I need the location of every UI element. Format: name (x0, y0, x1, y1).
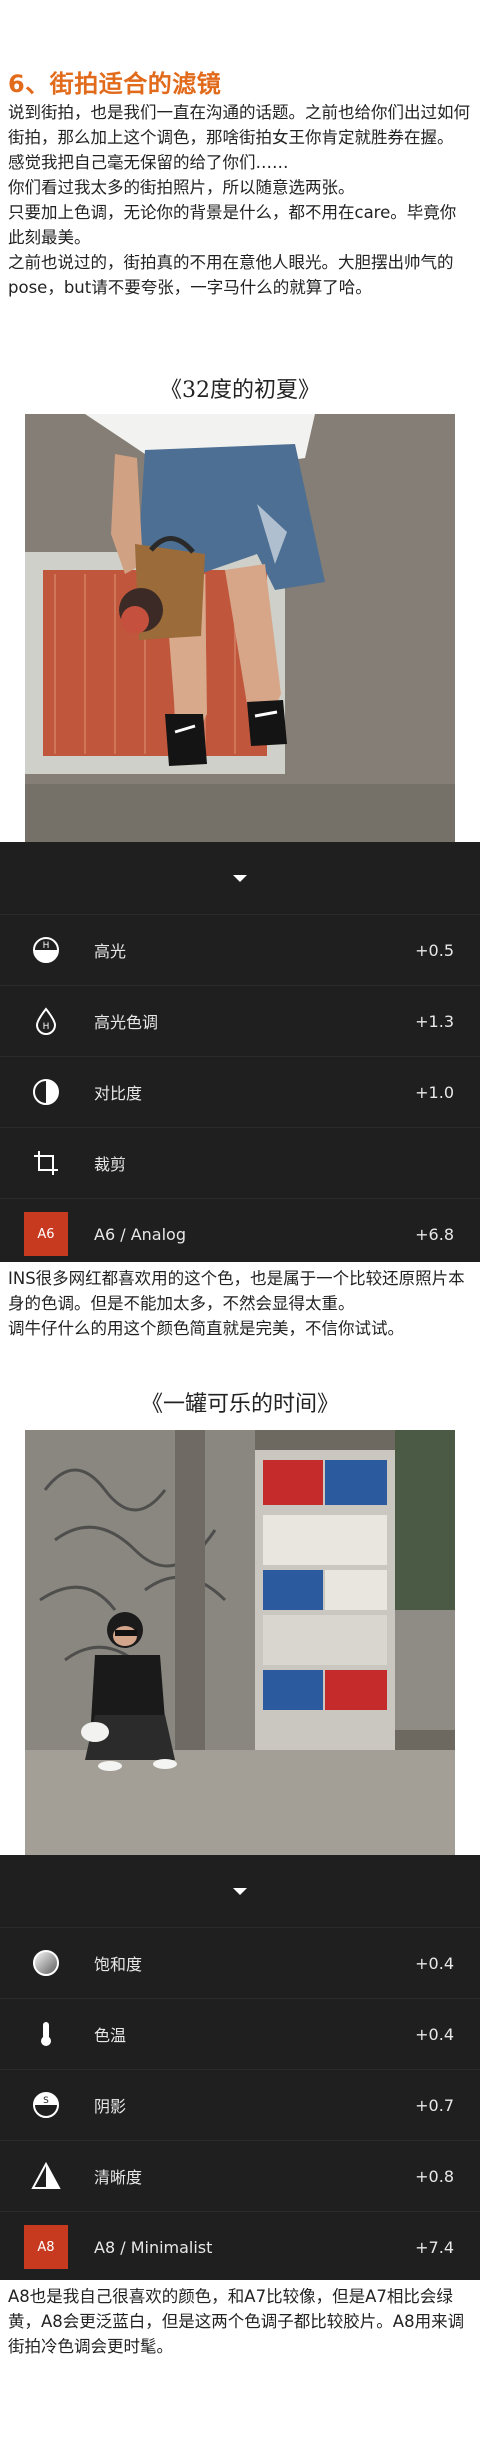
intro-paragraph: 之前也说过的，街拍真的不用在意他人眼光。大胆摆出帅气的pose，but请不要夸张… (8, 253, 454, 297)
svg-text:H: H (43, 941, 50, 951)
street-photo-2-image (25, 1430, 455, 1855)
panel-collapse-button[interactable] (0, 842, 480, 914)
shadow-icon: S (30, 2089, 62, 2121)
clarity-icon (30, 2160, 62, 2192)
highlight-icon: H (30, 934, 62, 966)
adjustment-row-temperature[interactable]: 色温 +0.4 (0, 1998, 480, 2069)
adjustment-label: 高光色调 (94, 1013, 159, 1032)
panel-collapse-button[interactable] (0, 1855, 480, 1927)
preset-value: +6.8 (415, 1224, 454, 1244)
preset-name: A6 / Analog (94, 1224, 186, 1244)
street-photo-2 (25, 1430, 455, 1855)
svg-text:H: H (43, 1022, 50, 1032)
highlight-tint-icon: H (30, 1005, 62, 1037)
section-title: 6、街拍适合的滤镜 (8, 70, 222, 98)
adjustment-row-highlights[interactable]: H 高光 +0.5 (0, 914, 480, 985)
intro-paragraph: 只要加上色调，无论你的背景是什么，都不用在care。毕竟你此刻最美。 (8, 203, 457, 247)
preset-value: +7.4 (415, 2237, 454, 2257)
intro-paragraph: 说到街拍，也是我们一直在沟通的话题。之前也给你们出过如何街拍，那么加上这个调色，… (8, 103, 470, 147)
adjustment-label: 清晰度 (94, 2168, 143, 2187)
adjustment-value: +0.5 (415, 940, 454, 960)
temperature-icon (30, 2018, 62, 2050)
svg-text:S: S (43, 2096, 49, 2106)
adjustment-row-contrast[interactable]: 对比度 +1.0 (0, 1056, 480, 1127)
preset-chip: A6 (24, 1212, 68, 1256)
description-paragraph: 调牛仔什么的用这个颜色简直就是完美，不信你试试。 (8, 1319, 404, 1338)
filter2-caption: 《一罐可乐的时间》 (140, 1392, 339, 1417)
adjustment-row-saturation[interactable]: 饱和度 +0.4 (0, 1927, 480, 1998)
filter1-description: INS很多网红都喜欢用的这个色，也是属于一个比较还原照片本身的色调。但是不能加太… (8, 1266, 470, 1341)
preset-chip: A8 (24, 2225, 68, 2269)
adjustment-label: 饱和度 (94, 1955, 143, 1974)
preset-row-a8[interactable]: A8 A8 / Minimalist +7.4 (0, 2211, 480, 2282)
preset-row-a6[interactable]: A6 A6 / Analog +6.8 (0, 1198, 480, 1269)
intro-paragraph: 你们看过我太多的街拍照片，所以随意选两张。 (8, 178, 355, 197)
adjustment-row-shadows[interactable]: S 阴影 +0.7 (0, 2069, 480, 2140)
description-paragraph: A8也是我自己很喜欢的颜色，和A7比较像，但是A7相比会绿黄，A8会更泛蓝白，但… (8, 2287, 465, 2356)
filter2-description: A8也是我自己很喜欢的颜色，和A7比较像，但是A7相比会绿黄，A8会更泛蓝白，但… (8, 2284, 470, 2359)
preset-name: A8 / Minimalist (94, 2237, 213, 2257)
filter2-adjustment-panel: 饱和度 +0.4 色温 +0.4 S 阴影 +0.7 清晰度 +0.8 A8 A… (0, 1855, 480, 2280)
filter1-adjustment-panel: H 高光 +0.5 H 高光色调 +1.3 对比度 +1.0 裁剪 A6 A6 … (0, 842, 480, 1262)
adjustment-value: +0.4 (415, 2024, 454, 2044)
adjustment-row-crop[interactable]: 裁剪 (0, 1127, 480, 1198)
adjustment-label: 对比度 (94, 1084, 143, 1103)
adjustment-label: 裁剪 (94, 1155, 127, 1174)
saturation-icon (30, 1947, 62, 1979)
crop-icon (30, 1147, 62, 1179)
intro-paragraph: 感觉我把自己毫无保留的给了你们…… (8, 153, 289, 172)
adjustment-value: +0.4 (415, 1953, 454, 1973)
article-page: 6、街拍适合的滤镜 说到街拍，也是我们一直在沟通的话题。之前也给你们出过如何街拍… (0, 0, 480, 2446)
contrast-icon (30, 1076, 62, 1108)
adjustment-label: 阴影 (94, 2097, 127, 2116)
intro-text: 说到街拍，也是我们一直在沟通的话题。之前也给你们出过如何街拍，那么加上这个调色，… (8, 100, 470, 300)
description-paragraph: INS很多网红都喜欢用的这个色，也是属于一个比较还原照片本身的色调。但是不能加太… (8, 1269, 465, 1313)
adjustment-value: +0.8 (415, 2166, 454, 2186)
chevron-down-icon (233, 1887, 247, 1895)
adjustment-label: 色温 (94, 2026, 127, 2045)
adjustment-row-highlight-tint[interactable]: H 高光色调 +1.3 (0, 985, 480, 1056)
adjustment-value: +1.0 (415, 1082, 454, 1102)
filter1-caption: 《32度的初夏》 (160, 378, 320, 403)
adjustment-label: 高光 (94, 942, 127, 961)
adjustment-value: +0.7 (415, 2095, 454, 2115)
street-photo-1 (25, 414, 455, 842)
adjustment-row-clarity[interactable]: 清晰度 +0.8 (0, 2140, 480, 2211)
chevron-down-icon (233, 874, 247, 882)
adjustment-value: +1.3 (415, 1011, 454, 1031)
street-photo-1-image (25, 414, 455, 842)
